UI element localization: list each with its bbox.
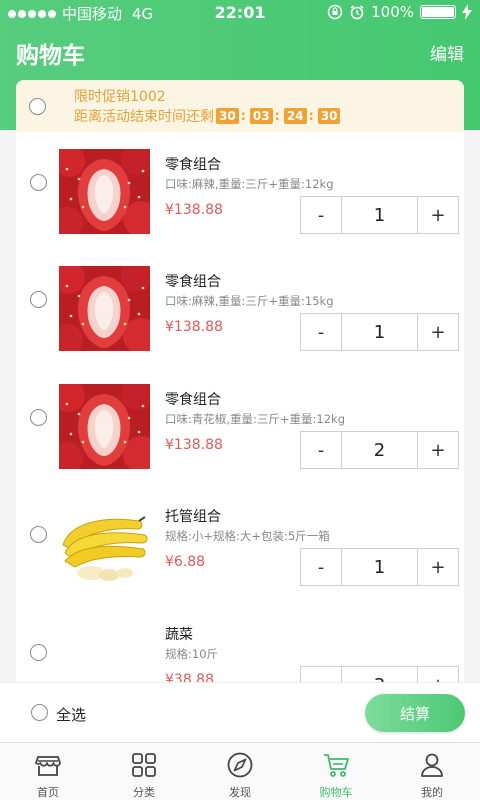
product-name[interactable]: 零食组合 xyxy=(165,389,221,409)
quantity-value[interactable]: 1 xyxy=(341,314,418,350)
product-image[interactable] xyxy=(59,384,150,469)
product-spec: 口味:麻辣,重量:三斤+重量:15kg xyxy=(165,294,334,308)
increase-button[interactable]: + xyxy=(418,314,458,350)
product-price: ¥6.88 xyxy=(165,554,206,570)
tab-cart[interactable]: 购物车 xyxy=(288,743,384,800)
product-price: ¥38.88 xyxy=(165,672,214,682)
product-image[interactable] xyxy=(59,266,150,351)
decrease-button[interactable]: - xyxy=(301,314,341,350)
tab-label: 发现 xyxy=(229,786,251,799)
decrease-button[interactable]: - xyxy=(301,432,341,468)
cart-item: 蔬菜 规格:10斤 ¥38.88 - 3 + xyxy=(0,590,480,682)
product-image[interactable] xyxy=(59,501,150,586)
product-name[interactable]: 零食组合 xyxy=(165,154,221,174)
cart-icon xyxy=(324,754,349,777)
increase-button[interactable]: + xyxy=(418,197,458,233)
product-price: ¥138.88 xyxy=(165,202,223,218)
product-image[interactable] xyxy=(59,619,150,682)
tab-label: 我的 xyxy=(421,786,443,799)
product-spec: 口味:麻辣,重量:三斤+重量:12kg xyxy=(165,177,334,191)
cart-item: 零食组合 口味:青花椒,重量:三斤+重量:12kg ¥138.88 - 2 + xyxy=(0,355,480,473)
cart-item: 托管组合 规格:小+规格:大+包装:5斤一箱 ¥6.88 - 1 + xyxy=(0,472,480,590)
item-select-radio[interactable] xyxy=(30,291,47,308)
tab-home[interactable]: 首页 xyxy=(0,743,96,800)
product-price: ¥138.88 xyxy=(165,437,223,453)
product-name[interactable]: 托管组合 xyxy=(165,506,221,526)
quantity-stepper: - 3 + xyxy=(300,666,459,682)
tab-label: 首页 xyxy=(37,786,59,799)
product-spec: 口味:青花椒,重量:三斤+重量:12kg xyxy=(165,412,346,426)
quantity-value[interactable]: 2 xyxy=(341,432,418,468)
tab-category[interactable]: 分类 xyxy=(96,743,192,800)
tab-mine[interactable]: 我的 xyxy=(384,743,480,800)
store-icon xyxy=(35,756,61,776)
decrease-button[interactable]: - xyxy=(301,197,341,233)
increase-button[interactable]: + xyxy=(418,432,458,468)
item-select-radio[interactable] xyxy=(30,644,47,661)
tab-label: 购物车 xyxy=(319,786,353,799)
checkout-bar: 全选 结算 xyxy=(0,682,480,742)
increase-button[interactable]: + xyxy=(418,667,458,683)
decrease-button[interactable]: - xyxy=(301,549,341,585)
product-image[interactable] xyxy=(59,149,150,234)
quantity-stepper: - 1 + xyxy=(300,196,459,234)
quantity-stepper: - 1 + xyxy=(300,548,459,586)
cart-item: 零食组合 口味:麻辣,重量:三斤+重量:12kg ¥138.88 - 1 + xyxy=(0,120,480,238)
compass-icon xyxy=(227,752,253,778)
decrease-button[interactable]: - xyxy=(301,667,341,683)
tab-discover[interactable]: 发现 xyxy=(192,743,288,800)
product-spec: 规格:小+规格:大+包装:5斤一箱 xyxy=(165,529,330,543)
product-spec: 规格:10斤 xyxy=(165,647,219,661)
tab-bar: 首页 分类 发现 购物车 我的 xyxy=(0,742,480,800)
quantity-value[interactable]: 3 xyxy=(341,667,418,682)
product-name[interactable]: 零食组合 xyxy=(165,271,221,291)
cart-items: 零食组合 口味:麻辣,重量:三斤+重量:12kg ¥138.88 - 1 + 零… xyxy=(0,0,480,682)
product-price: ¥138.88 xyxy=(165,319,223,335)
quantity-stepper: - 1 + xyxy=(300,313,459,351)
item-select-radio[interactable] xyxy=(30,526,47,543)
select-all-label[interactable]: 全选 xyxy=(56,704,86,725)
quantity-value[interactable]: 1 xyxy=(341,197,418,233)
increase-button[interactable]: + xyxy=(418,549,458,585)
tab-label: 分类 xyxy=(133,786,155,799)
checkout-button[interactable]: 结算 xyxy=(365,694,465,732)
user-icon xyxy=(421,753,443,777)
grid-icon xyxy=(132,753,156,777)
item-select-radio[interactable] xyxy=(30,174,47,191)
select-all-radio[interactable] xyxy=(31,704,48,721)
product-name[interactable]: 蔬菜 xyxy=(165,624,193,644)
quantity-stepper: - 2 + xyxy=(300,431,459,469)
item-select-radio[interactable] xyxy=(30,409,47,426)
cart-item: 零食组合 口味:麻辣,重量:三斤+重量:15kg ¥138.88 - 1 + xyxy=(0,237,480,355)
quantity-value[interactable]: 1 xyxy=(341,549,418,585)
